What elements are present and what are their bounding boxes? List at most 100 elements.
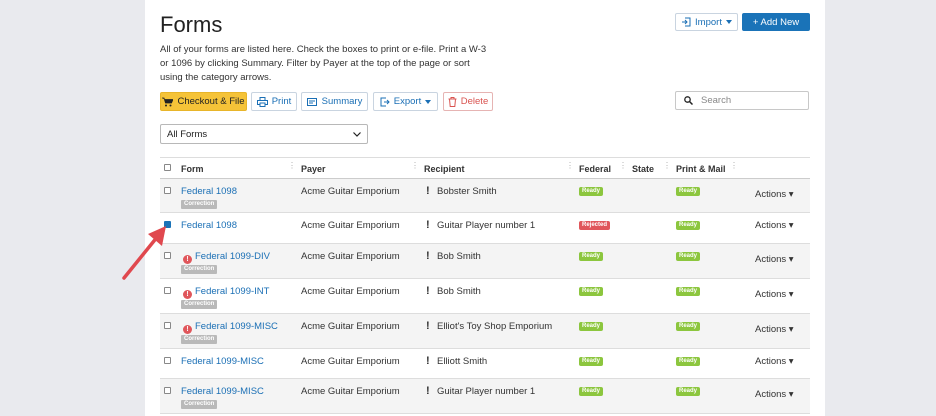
- federal-status-badge: Rejected: [579, 221, 611, 230]
- sort-handle-icon[interactable]: ⋮: [730, 162, 738, 173]
- caret-down-icon: ▾: [788, 356, 794, 367]
- recipient-name: Bobster Smith: [437, 186, 497, 197]
- delete-button[interactable]: Delete: [443, 92, 493, 111]
- import-icon: [682, 17, 691, 27]
- recipient-name: Elliot's Toy Shop Emporium: [437, 321, 553, 332]
- error-icon: !: [183, 325, 192, 334]
- search-input[interactable]: [701, 95, 801, 106]
- payer-name: Acme Guitar Emporium: [301, 286, 400, 297]
- export-label: Export: [393, 96, 422, 107]
- correction-badge: Correction: [181, 265, 218, 274]
- federal-status-badge: Ready: [579, 187, 604, 196]
- recipient-name: Elliott Smith: [437, 356, 488, 367]
- cart-icon: [162, 97, 174, 106]
- header-state[interactable]: State: [632, 164, 654, 174]
- actions-dropdown[interactable]: Actions ▾: [755, 389, 794, 400]
- actions-label: Actions: [755, 324, 787, 335]
- checkout-file-button[interactable]: Checkout & File: [160, 92, 247, 111]
- payer-name: Acme Guitar Emporium: [301, 251, 400, 262]
- forms-table: Form ⋮ Payer ⋮ Recipient ⋮ Federal ⋮ Sta…: [160, 157, 810, 414]
- printer-icon: [256, 96, 268, 107]
- header-payer[interactable]: Payer: [301, 164, 326, 174]
- checkout-label: Checkout & File: [177, 96, 245, 107]
- actions-label: Actions: [755, 189, 787, 200]
- error-icon: !: [183, 255, 192, 264]
- sort-handle-icon[interactable]: ⋮: [566, 162, 574, 173]
- row-checkbox[interactable]: [164, 322, 171, 329]
- recipient-name: Guitar Player number 1: [437, 220, 536, 231]
- search-icon: [684, 96, 693, 105]
- actions-dropdown[interactable]: Actions ▾: [755, 220, 794, 231]
- table-row: ! Federal 1099-INT Correction Acme Guitar E…: [160, 279, 810, 314]
- error-icon: !: [183, 290, 192, 299]
- header-federal[interactable]: Federal: [579, 164, 611, 174]
- recipient-warning-icon: !: [426, 219, 430, 231]
- recipient-warning-icon: !: [426, 355, 430, 367]
- form-filter-select[interactable]: All Forms: [160, 124, 368, 144]
- form-link[interactable]: Federal 1099-DIV: [195, 251, 270, 262]
- export-icon: [380, 97, 390, 106]
- caret-down-icon: ▾: [788, 389, 794, 400]
- correction-badge: Correction: [181, 200, 218, 209]
- recipient-warning-icon: !: [426, 320, 430, 332]
- sort-handle-icon[interactable]: ⋮: [619, 162, 627, 173]
- print-mail-status-badge: Ready: [676, 252, 701, 261]
- actions-dropdown[interactable]: Actions ▾: [755, 254, 794, 265]
- actions-label: Actions: [755, 254, 787, 265]
- table-row: Federal 1098 Acme Guitar Emporium! Guitar …: [160, 213, 810, 244]
- recipient-warning-icon: !: [426, 285, 430, 297]
- federal-status-badge: Ready: [579, 387, 604, 396]
- table-row: Federal 1098 Correction Acme Guitar Empori…: [160, 179, 810, 213]
- row-checkbox[interactable]: [164, 357, 171, 364]
- correction-badge: Correction: [181, 300, 218, 309]
- actions-dropdown[interactable]: Actions ▾: [755, 324, 794, 335]
- form-link[interactable]: Federal 1099-INT: [195, 286, 269, 297]
- chevron-down-icon: [353, 131, 361, 137]
- sort-handle-icon[interactable]: ⋮: [411, 162, 419, 173]
- print-button[interactable]: Print: [251, 92, 297, 111]
- select-all-checkbox[interactable]: [164, 164, 171, 171]
- page-title: Forms: [160, 12, 223, 37]
- print-mail-status-badge: Ready: [676, 357, 701, 366]
- row-checkbox[interactable]: [164, 187, 171, 194]
- row-checkbox[interactable]: [164, 387, 171, 394]
- actions-dropdown[interactable]: Actions ▾: [755, 289, 794, 300]
- header-form[interactable]: Form: [181, 164, 204, 174]
- caret-down-icon: ▾: [788, 289, 794, 300]
- print-mail-status-badge: Ready: [676, 287, 701, 296]
- payer-name: Acme Guitar Emporium: [301, 186, 400, 197]
- row-checkbox[interactable]: [164, 287, 171, 294]
- trash-icon: [448, 96, 457, 107]
- import-button[interactable]: Import: [675, 13, 738, 31]
- sort-handle-icon[interactable]: ⋮: [663, 162, 671, 173]
- federal-status-badge: Ready: [579, 252, 604, 261]
- form-link[interactable]: Federal 1099-MISC: [195, 321, 278, 332]
- summary-label: Summary: [321, 96, 363, 107]
- search-box[interactable]: [675, 91, 809, 110]
- form-link[interactable]: Federal 1099-MISC: [181, 356, 264, 367]
- add-new-button[interactable]: + Add New: [742, 13, 810, 31]
- recipient-warning-icon: !: [426, 385, 430, 397]
- header-print-mail[interactable]: Print & Mail: [676, 164, 726, 174]
- form-link[interactable]: Federal 1098: [181, 220, 237, 231]
- form-link[interactable]: Federal 1099-MISC: [181, 386, 264, 397]
- correction-badge: Correction: [181, 335, 218, 344]
- form-filter-value: All Forms: [167, 128, 208, 140]
- table-body: Federal 1098 Correction Acme Guitar Empori…: [160, 179, 810, 414]
- form-link[interactable]: Federal 1098: [181, 186, 237, 197]
- payer-name: Acme Guitar Emporium: [301, 386, 400, 397]
- summary-button[interactable]: Summary: [301, 92, 368, 111]
- print-label: Print: [271, 96, 292, 107]
- table-header: Form ⋮ Payer ⋮ Recipient ⋮ Federal ⋮ Sta…: [160, 158, 810, 179]
- actions-dropdown[interactable]: Actions ▾: [755, 356, 794, 367]
- federal-status-badge: Ready: [579, 287, 604, 296]
- caret-down-icon: [425, 99, 432, 104]
- payer-name: Acme Guitar Emporium: [301, 321, 400, 332]
- header-recipient[interactable]: Recipient: [424, 164, 465, 174]
- caret-down-icon: ▾: [788, 254, 794, 265]
- actions-dropdown[interactable]: Actions ▾: [755, 189, 794, 200]
- export-button[interactable]: Export: [373, 92, 438, 111]
- payer-name: Acme Guitar Emporium: [301, 356, 400, 367]
- table-row: ! Federal 1099-MISC Correction Acme Guitar …: [160, 314, 810, 349]
- sort-handle-icon[interactable]: ⋮: [288, 162, 296, 173]
